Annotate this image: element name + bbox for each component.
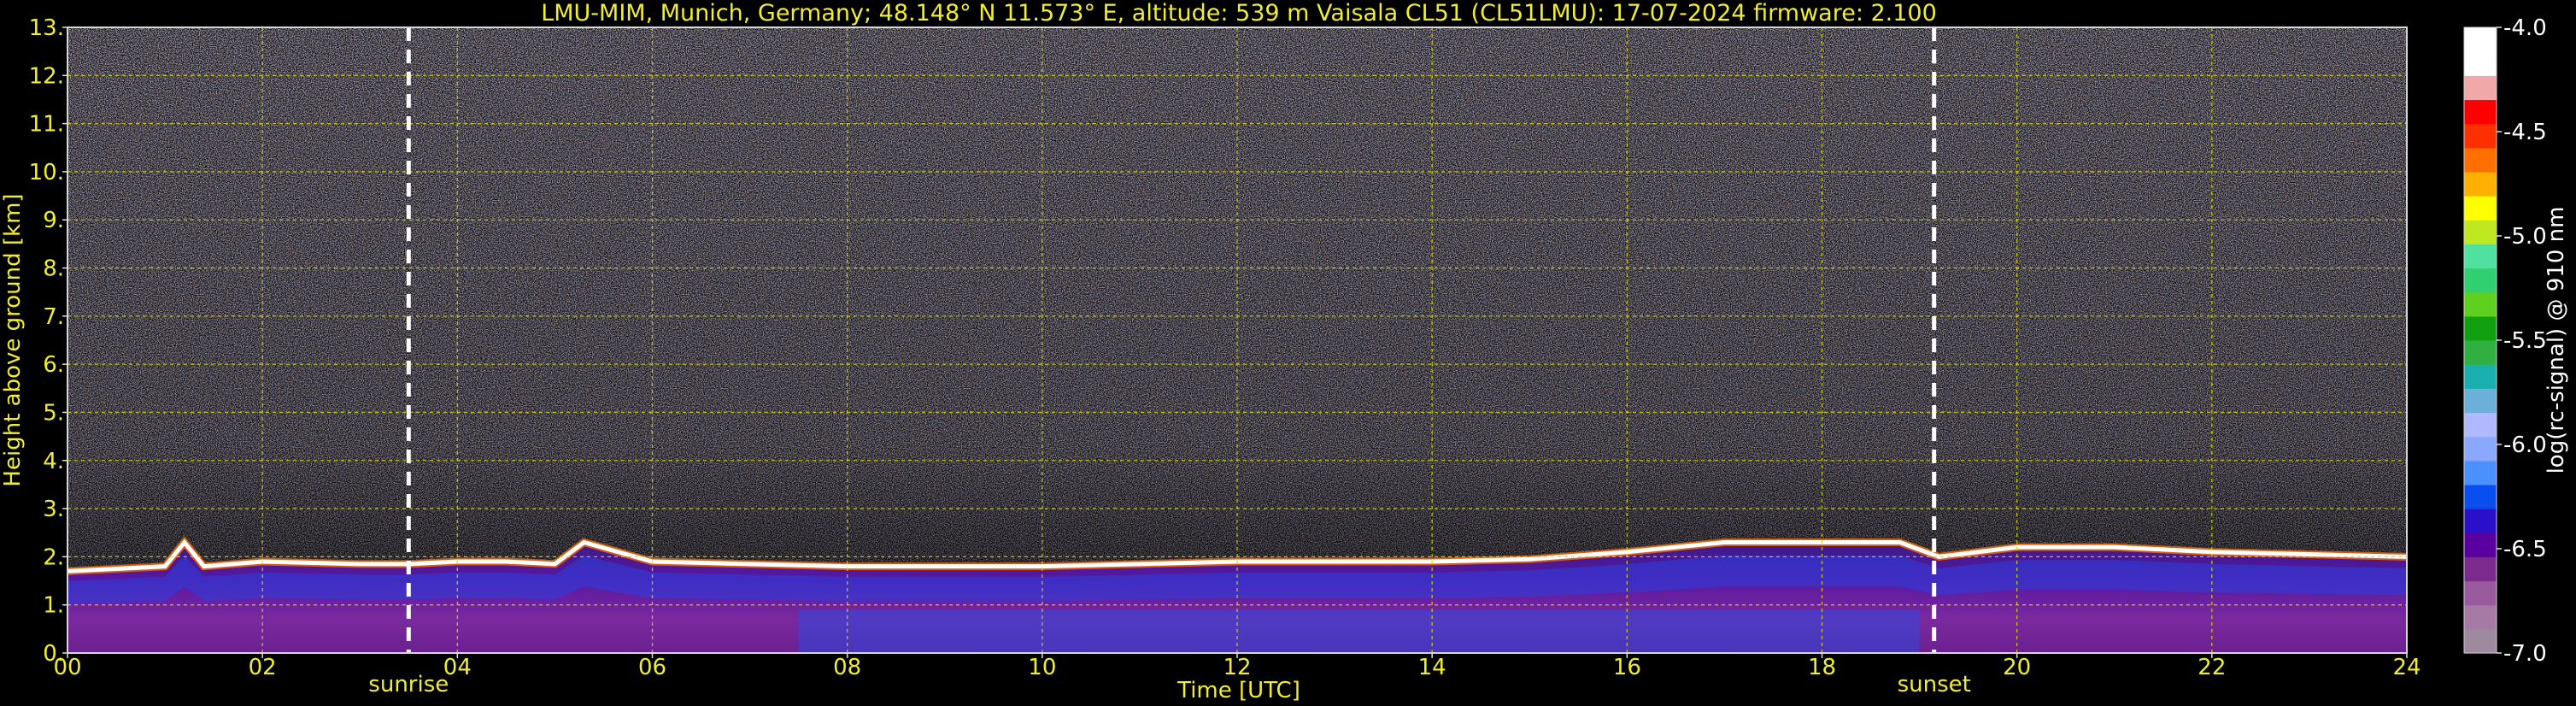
colorbar-swatch [2464, 580, 2497, 606]
y-tick-label: 13. [29, 15, 64, 41]
colorbar-swatch [2464, 51, 2497, 76]
colorbar-swatch [2464, 460, 2497, 485]
colorbar-swatch [2464, 220, 2497, 244]
y-tick-label: 6. [43, 352, 64, 378]
colorbar-tick-label: -7.0 [2503, 641, 2547, 667]
x-tick-label: 10 [1028, 655, 1056, 680]
colorbar-swatch [2464, 340, 2497, 365]
colorbar-tick-label: -4.5 [2503, 120, 2547, 145]
colorbar-swatch [2464, 123, 2497, 149]
colorbar-swatch [2464, 27, 2497, 52]
x-tick-label: 12 [1223, 655, 1251, 680]
colorbar-swatch [2464, 532, 2497, 557]
y-tick-label: 2. [43, 544, 64, 570]
colorbar-swatch [2464, 364, 2497, 389]
x-tick-label: 14 [1418, 655, 1446, 680]
colorbar-swatch [2464, 388, 2497, 414]
colorbar-label: log(rc-signal) @ 910 nm [2544, 207, 2569, 474]
colorbar-swatch [2464, 291, 2497, 317]
colorbar-tick-label: -6.0 [2503, 432, 2547, 458]
x-tick-label: 24 [2392, 655, 2421, 680]
colorbar-swatch [2464, 147, 2497, 173]
y-axis-label: Height above ground [km] [0, 193, 26, 486]
y-tick-label: 9. [43, 208, 64, 233]
colorbar-tick-label: -6.5 [2503, 537, 2547, 562]
chart-title: LMU-MIM, Munich, Germany; 48.148° N 11.5… [541, 0, 1937, 26]
x-tick-label: 22 [2198, 655, 2226, 680]
colorbar-tick-label: -4.0 [2503, 15, 2547, 41]
y-tick-label: 10. [29, 160, 64, 185]
y-tick-label: 8. [43, 256, 64, 282]
y-axis: 0. 1. 2. 3. 4. 5. 6. 7. 8. 9. 10. 11. 12. 13. [29, 15, 67, 667]
x-tick-label: 20 [2003, 655, 2031, 680]
y-tick-label: 11. [29, 112, 64, 138]
sun-event-labels: sunrise sunset [368, 672, 1971, 697]
y-tick-label: 7. [43, 304, 64, 330]
y-tick-label: 5. [43, 400, 64, 426]
sunset-label: sunset [1898, 672, 1971, 697]
plot-area [67, 27, 2407, 653]
y-tick-label: 0. [43, 641, 64, 667]
colorbar-swatch [2464, 315, 2497, 341]
colorbar-swatch [2464, 436, 2497, 462]
colorbar-swatch [2464, 556, 2497, 582]
colorbar-swatch [2464, 509, 2497, 533]
x-tick-label: 18 [1808, 655, 1836, 680]
x-axis-label: Time [UTC] [1177, 678, 1300, 703]
sunrise-label: sunrise [368, 672, 449, 697]
colorbar-swatch [2464, 604, 2497, 630]
x-tick-label: 06 [638, 655, 666, 680]
ceilometer-chart: 00 02 04 06 08 10 12 14 16 18 20 22 24 0.1.2.3.4.5.6… [0, 0, 2569, 703]
colorbar-swatch [2464, 75, 2497, 101]
colorbar-swatch [2464, 244, 2497, 269]
colorbar-swatch [2464, 171, 2497, 197]
colorbar-tick-label: -5.0 [2503, 224, 2547, 250]
colorbar-swatch [2464, 628, 2497, 654]
colorbar-swatch [2464, 484, 2497, 509]
y-tick-label: 12. [29, 63, 64, 89]
x-tick-label: 16 [1613, 655, 1641, 680]
colorbar-swatch [2464, 268, 2497, 293]
colorbar-swatch [2464, 412, 2497, 438]
colorbar-swatch [2464, 99, 2497, 125]
colorbar: -4.0 -4.5 -5.0 -5.5 -6.0 -6.5 -7.0 [2463, 15, 2547, 667]
colorbar-swatch [2464, 196, 2497, 221]
y-tick-label: 4. [43, 449, 64, 474]
x-tick-label: 02 [249, 655, 277, 680]
surface-layer-band [798, 609, 1920, 653]
y-tick-label: 1. [43, 593, 64, 619]
x-tick-label: 08 [833, 655, 861, 680]
colorbar-tick-label: -5.5 [2503, 328, 2547, 354]
y-tick-label: 3. [43, 497, 64, 522]
